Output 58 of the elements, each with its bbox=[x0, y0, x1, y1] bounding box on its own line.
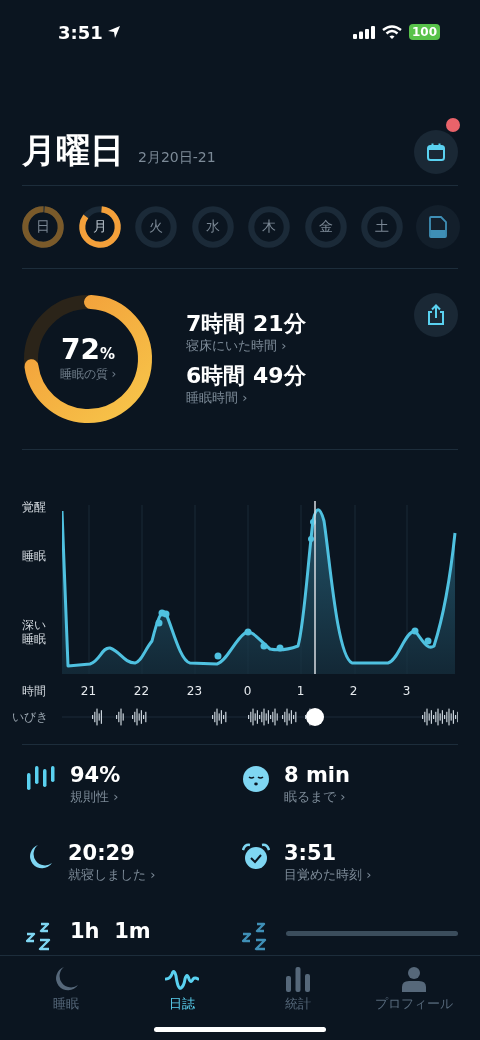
day-button[interactable]: 日 bbox=[20, 204, 66, 250]
hour-label: 21 bbox=[79, 684, 98, 698]
tab-button[interactable]: 統計 bbox=[240, 956, 356, 1020]
tab-button[interactable]: 日誌 bbox=[124, 956, 240, 1020]
hour-label: 3 bbox=[401, 684, 412, 698]
metric-link[interactable]: 目覚めた時刻 › bbox=[284, 866, 458, 885]
quality-percent: 72% bbox=[61, 335, 115, 366]
hour-label: 23 bbox=[185, 684, 204, 698]
tab-button[interactable]: 睡眠 bbox=[8, 956, 124, 1020]
wifi-icon bbox=[381, 25, 402, 39]
metric-value: 3:51 bbox=[284, 841, 338, 867]
stage-label: 深い睡眠 bbox=[22, 618, 47, 647]
stage-label: 睡眠 bbox=[22, 549, 47, 564]
hour-label: 0 bbox=[242, 684, 253, 698]
date-range: 2月20日-21 bbox=[138, 149, 216, 167]
metric-link[interactable]: 眠るまで › bbox=[284, 788, 458, 807]
duration-link[interactable]: 睡眠時間 › bbox=[186, 389, 248, 408]
location-arrow-icon bbox=[106, 25, 121, 39]
alarm-clock-icon bbox=[242, 843, 270, 871]
metric-link[interactable]: 規則性 › bbox=[70, 788, 242, 807]
calendar-button[interactable] bbox=[414, 130, 458, 174]
metric-link[interactable]: 就寝しました › bbox=[68, 866, 242, 885]
time-axis-label: 時間 bbox=[21, 682, 47, 700]
metric-value: 1h 1m bbox=[70, 919, 152, 945]
hour-label: 2 bbox=[348, 684, 359, 698]
scrubber-handle[interactable] bbox=[306, 708, 324, 726]
moon-icon bbox=[53, 966, 79, 992]
duration-value: 7時間 21分 bbox=[186, 310, 306, 337]
quality-link[interactable]: 睡眠の質 › bbox=[59, 365, 117, 383]
signal-icon bbox=[352, 25, 375, 39]
sleeping-face-icon bbox=[242, 765, 270, 793]
hour-label: 22 bbox=[132, 684, 151, 698]
day-button[interactable]: 月 bbox=[76, 204, 123, 250]
document-icon bbox=[428, 216, 447, 238]
person-icon bbox=[401, 966, 427, 992]
day-button[interactable]: 木 bbox=[246, 204, 293, 250]
bars-icon bbox=[26, 765, 56, 791]
share-button[interactable] bbox=[414, 293, 458, 337]
day-button[interactable]: 火 bbox=[133, 204, 180, 250]
day-button[interactable]: 金 bbox=[302, 204, 349, 250]
calendar-icon bbox=[426, 142, 446, 162]
report-button[interactable] bbox=[415, 205, 460, 249]
day-button[interactable]: 土 bbox=[359, 204, 406, 250]
tab-button[interactable]: プロフィール bbox=[356, 956, 472, 1020]
battery-indicator: 100 bbox=[408, 24, 440, 40]
metric-value: 94% bbox=[70, 763, 122, 789]
bar-chart-icon bbox=[285, 966, 311, 992]
share-icon bbox=[426, 304, 446, 326]
metric-value: 8 min bbox=[284, 763, 351, 789]
duration-link[interactable]: 寝床にいた時間 › bbox=[186, 337, 287, 355]
snore-label: いびき bbox=[11, 708, 49, 726]
hour-label: 1 bbox=[295, 684, 306, 698]
status-time: 3:51 bbox=[58, 21, 103, 43]
day-title: 月曜日 bbox=[22, 129, 124, 172]
stage-label: 覚醒 bbox=[22, 500, 47, 515]
day-button[interactable]: 水 bbox=[189, 204, 236, 250]
metric-value: 20:29 bbox=[68, 841, 136, 867]
duration-value: 6時間 49分 bbox=[186, 363, 306, 390]
